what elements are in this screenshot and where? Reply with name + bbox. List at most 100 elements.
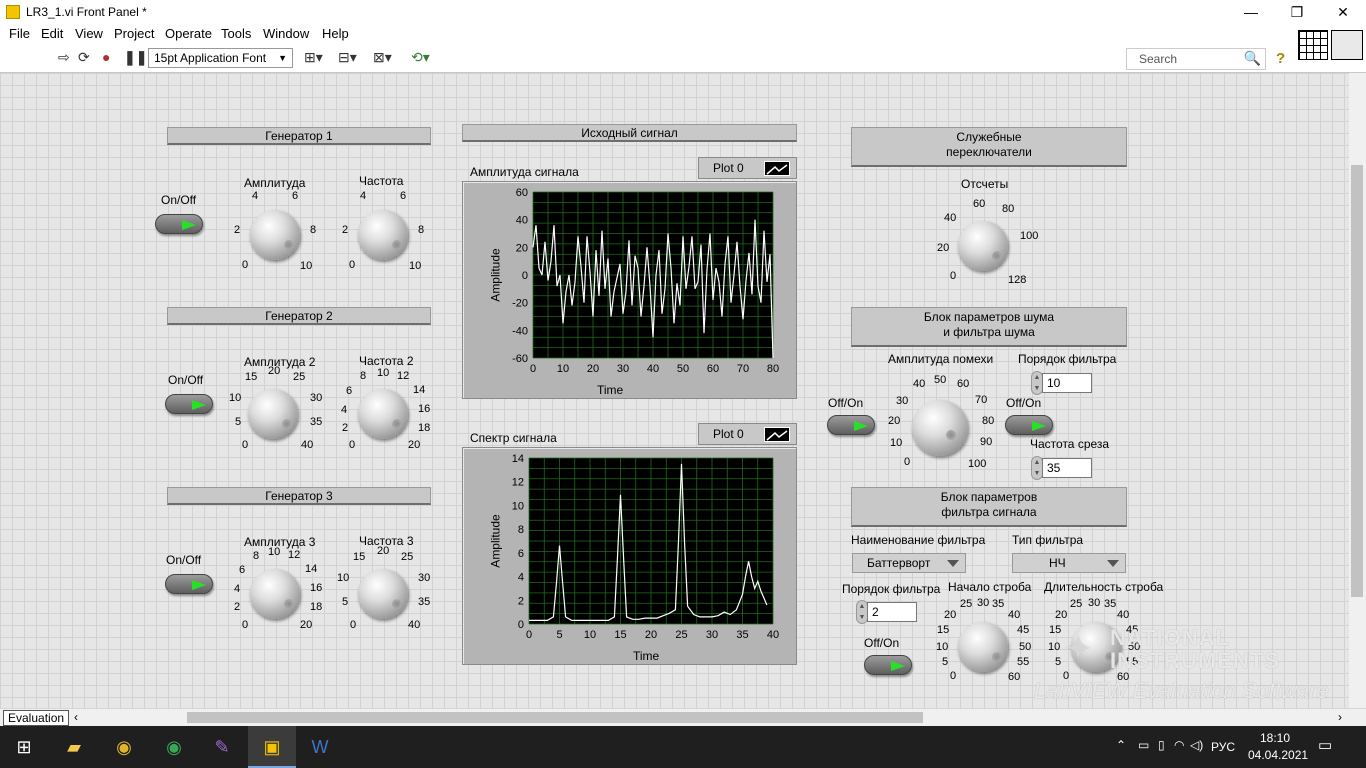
noise-amp-tick: 10 <box>890 437 903 449</box>
gen2-amp-tick: 30 <box>310 392 323 404</box>
y-tick-label: 40 <box>516 215 528 227</box>
y-tick-label: 8 <box>518 524 524 536</box>
restore-button[interactable]: ❐ <box>1274 0 1320 24</box>
noise-amp-tick: 60 <box>957 378 970 390</box>
filter-order-input[interactable]: 2 <box>867 602 917 622</box>
search-input[interactable]: Search <box>1139 52 1177 66</box>
tray-chevron-icon[interactable]: ⌃ <box>1116 738 1126 752</box>
vertical-scroll-thumb[interactable] <box>1351 165 1363 597</box>
strobe-start-knob[interactable] <box>958 622 1008 672</box>
search-icon[interactable]: 🔍 <box>1244 50 1261 67</box>
gen2-amp-tick: 40 <box>301 439 314 451</box>
menu-file[interactable]: File <box>9 26 30 41</box>
noise-amplitude-knob[interactable] <box>912 400 968 456</box>
cutoff-input[interactable]: 35 <box>1042 458 1092 478</box>
gen2-freq-label: Частота 2 <box>359 354 414 368</box>
samples-tick: 128 <box>1008 274 1027 286</box>
menu-operate[interactable]: Operate <box>165 26 212 41</box>
gen3-amp-tick: 12 <box>288 549 301 561</box>
y-tick-label: 12 <box>512 477 524 489</box>
wifi-icon[interactable]: ◠ <box>1174 738 1184 752</box>
gen2-freq-tick: 0 <box>349 439 356 451</box>
pause-icon[interactable]: ❚❚ <box>124 49 147 66</box>
run-continuously-icon[interactable]: ⟳ <box>78 49 90 66</box>
gen1-on-off-switch[interactable] <box>155 214 203 234</box>
ni-eagle-icon: ✦ <box>1064 630 1093 668</box>
word-icon[interactable]: W <box>296 726 344 768</box>
file-explorer-icon[interactable]: ▰ <box>50 726 98 768</box>
x-tick-label: 35 <box>736 629 748 641</box>
align-objects-icon[interactable]: ⊞▾ <box>304 49 323 66</box>
samples-knob[interactable] <box>958 221 1008 271</box>
graph2-legend[interactable]: Plot 0 <box>698 423 797 445</box>
search-box[interactable]: Search 🔍 <box>1126 48 1266 70</box>
windows-start-icon[interactable]: ⊞ <box>0 726 48 768</box>
gen1-amplitude-knob[interactable] <box>250 210 300 260</box>
x-tick-label: 10 <box>584 629 596 641</box>
noise-amp-tick: 80 <box>982 415 995 427</box>
strobe-start-tick: 55 <box>1017 656 1030 668</box>
filter-on-off-switch[interactable] <box>864 655 912 675</box>
gen2-amplitude-knob[interactable] <box>248 389 298 439</box>
distribute-objects-icon[interactable]: ⊟▾ <box>338 49 357 66</box>
clock-date[interactable]: 04.04.2021 <box>1248 748 1308 762</box>
noise-filter-on-off-switch[interactable] <box>1005 415 1053 435</box>
network-icon[interactable]: ▭ <box>1138 738 1149 752</box>
strobe-len-tick: 25 <box>1070 598 1083 610</box>
scroll-right-icon[interactable]: › <box>1338 710 1342 724</box>
menu-edit[interactable]: Edit <box>41 26 63 41</box>
filter-type-select[interactable]: НЧ <box>1012 553 1126 573</box>
help-icon[interactable]: ? <box>1276 50 1285 67</box>
run-arrow-icon[interactable]: ⇨ <box>58 49 70 66</box>
gen2-freq-tick: 12 <box>397 370 410 382</box>
font-selector[interactable]: 15pt Application Font ▼ <box>148 48 293 68</box>
resize-objects-icon[interactable]: ⊠▾ <box>373 49 392 66</box>
strobe-start-tick: 30 <box>977 597 990 609</box>
reorder-icon[interactable]: ⟲▾ <box>411 49 430 66</box>
strobe-start-tick: 60 <box>1008 671 1021 683</box>
plot-line-icon <box>764 427 790 442</box>
close-button[interactable]: ✕ <box>1320 0 1366 24</box>
notification-icon[interactable]: ▭ <box>1318 736 1332 754</box>
y-tick-label: 2 <box>518 595 524 607</box>
filter-name-select[interactable]: Баттерворт <box>852 553 966 573</box>
abort-icon[interactable]: ● <box>102 49 110 65</box>
gen3-amp-tick: 20 <box>300 619 313 631</box>
volume-icon[interactable]: ◁) <box>1190 738 1203 752</box>
horizontal-scroll-thumb[interactable] <box>187 712 923 723</box>
noise-order-input[interactable]: 10 <box>1042 373 1092 393</box>
menu-window[interactable]: Window <box>263 26 309 41</box>
menu-view[interactable]: View <box>75 26 103 41</box>
battery-icon[interactable]: ▯ <box>1158 738 1165 752</box>
gen3-freq-tick: 5 <box>342 596 349 608</box>
clock-time[interactable]: 18:10 <box>1260 731 1290 745</box>
noise-switch1-label: Off/On <box>828 396 864 410</box>
onenote-icon[interactable]: ✎ <box>198 726 246 768</box>
chrome-icon[interactable]: ◉ <box>100 726 148 768</box>
gen2-frequency-knob[interactable] <box>358 389 408 439</box>
gen3-on-off-switch[interactable] <box>165 574 213 594</box>
noise-on-off-switch[interactable] <box>827 415 875 435</box>
vi-icon <box>1331 30 1363 60</box>
gen3-amp-tick: 6 <box>239 564 246 576</box>
chrome-icon[interactable]: ◉ <box>150 726 198 768</box>
scroll-left-icon[interactable]: ‹ <box>74 710 78 724</box>
graph1-legend[interactable]: Plot 0 <box>698 157 797 179</box>
language-indicator[interactable]: РУС <box>1211 740 1235 754</box>
labview-taskbar-icon[interactable]: ▣ <box>248 726 296 768</box>
gen1-switch-label: On/Off <box>161 193 197 207</box>
menu-project[interactable]: Project <box>114 26 154 41</box>
gen3-frequency-knob[interactable] <box>358 569 408 619</box>
menu-tools[interactable]: Tools <box>221 26 251 41</box>
menu-help[interactable]: Help <box>322 26 349 41</box>
x-tick-label: 80 <box>767 363 779 375</box>
gen2-on-off-switch[interactable] <box>165 394 213 414</box>
chevron-down-icon <box>947 560 959 567</box>
chevron-down-icon: ▼ <box>278 53 287 63</box>
x-tick-label: 50 <box>677 363 689 375</box>
gen3-amplitude-knob[interactable] <box>250 569 300 619</box>
gen1-frequency-knob[interactable] <box>358 210 408 260</box>
minimize-button[interactable]: — <box>1228 0 1274 24</box>
gen2-amp-tick: 20 <box>268 365 281 377</box>
gen3-freq-tick: 15 <box>353 551 366 563</box>
